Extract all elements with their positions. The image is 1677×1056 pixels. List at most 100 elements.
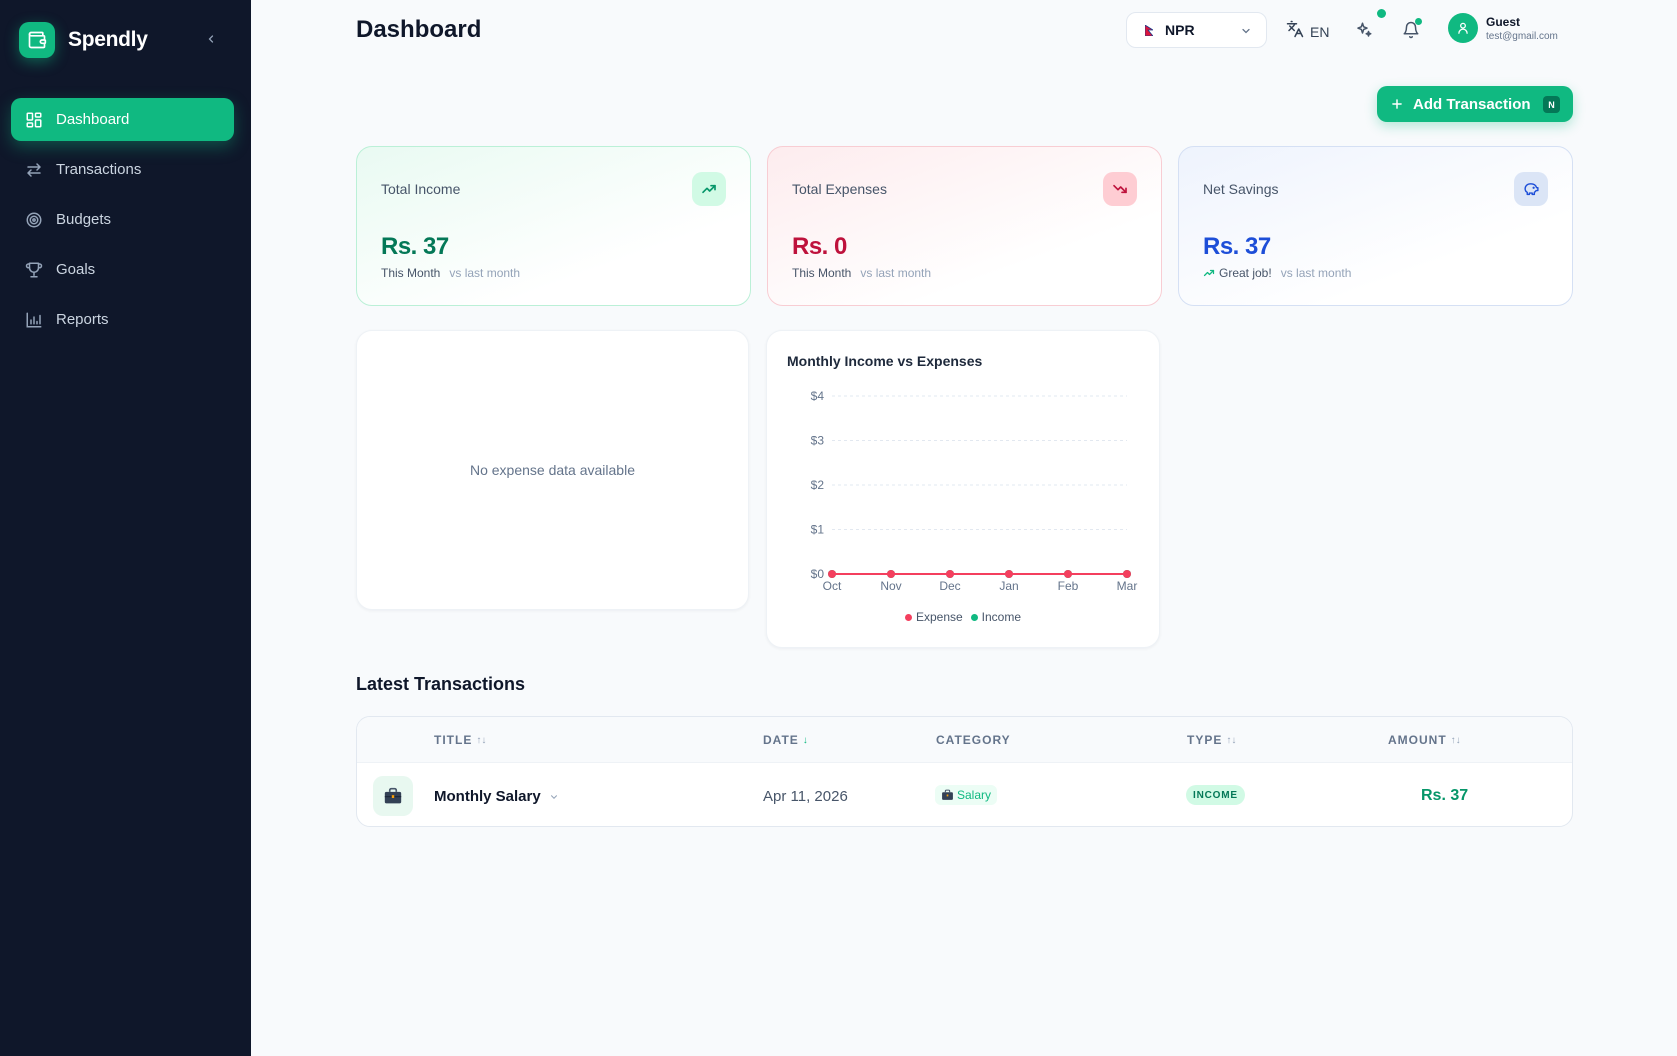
brand[interactable]: Spendly (19, 22, 148, 58)
sidebar-item-reports[interactable]: Reports (11, 298, 234, 341)
y-tick-label: $4 (811, 389, 825, 403)
sidebar-nav: Dashboard Transactions Budgets Goals Rep… (11, 98, 234, 348)
chevron-left-icon[interactable] (202, 30, 220, 48)
sidebar-item-label: Reports (56, 311, 109, 328)
currency-select[interactable]: NPR (1126, 12, 1267, 48)
add-transaction-label: Add Transaction (1413, 95, 1531, 113)
x-tick-label: Oct (823, 579, 842, 593)
keyboard-shortcut-badge: N (1543, 96, 1560, 113)
total-expenses-card: Total Expenses Rs. 0 This Month vs last … (767, 146, 1162, 306)
briefcase-icon (373, 776, 413, 816)
currency-value: NPR (1165, 22, 1195, 38)
sort-icon: ↑↓ (1450, 734, 1461, 746)
sidebar-item-budgets[interactable]: Budgets (11, 198, 234, 241)
x-tick-label: Dec (939, 579, 960, 593)
line-chart: $0$1$2$3$4Oct Nov Dec Jan Feb Mar (811, 389, 1138, 593)
sidebar-item-label: Goals (56, 261, 96, 278)
sidebar-item-transactions[interactable]: Transactions (11, 148, 234, 191)
language-switcher[interactable]: EN (1286, 20, 1329, 43)
data-point-expense[interactable] (1064, 570, 1072, 578)
stat-compare: vs last month (1280, 266, 1352, 280)
legend-item-income[interactable]: Income (970, 610, 1022, 624)
dashboard-grid-icon (24, 110, 44, 130)
chevron-down-icon (1240, 24, 1252, 42)
notification-dot (1415, 18, 1422, 25)
sidebar: Spendly Dashboard Transactions Budgets G… (0, 0, 251, 1056)
trending-up-icon (692, 172, 726, 206)
empty-state-text: No expense data available (469, 462, 635, 478)
table-header: TITLE ↑↓ DATE ↓ CATEGORY TYPE ↑↓ AMOUNT ↑↓ (357, 717, 1572, 763)
stat-value: Rs. 0 (792, 233, 847, 260)
y-tick-label: $3 (811, 434, 825, 448)
transaction-title[interactable]: Monthly Salary (434, 788, 559, 805)
x-tick-label: Mar (1117, 579, 1138, 593)
bell-icon[interactable] (1400, 18, 1422, 41)
chevron-down-icon[interactable] (549, 792, 559, 802)
brand-name: Spendly (68, 28, 148, 51)
target-icon (24, 210, 44, 230)
ai-status-dot (1377, 9, 1386, 18)
column-header-title[interactable]: TITLE ↑↓ (434, 733, 486, 747)
stat-label: Net Savings (1203, 181, 1279, 197)
user-menu[interactable]: Guest test@gmail.com (1448, 13, 1558, 43)
bar-chart-icon (24, 310, 44, 330)
data-point-expense[interactable] (946, 570, 954, 578)
transaction-date: Apr 11, 2026 (763, 788, 848, 805)
piggy-bank-icon (1514, 172, 1548, 206)
column-label: TYPE (1187, 733, 1223, 747)
type-badge: INCOME (1186, 785, 1245, 805)
y-tick-label: $1 (811, 523, 825, 537)
column-header-amount[interactable]: AMOUNT ↑↓ (1388, 733, 1461, 747)
data-point-expense[interactable] (887, 570, 895, 578)
avatar (1448, 13, 1478, 43)
sort-icon: ↑↓ (1226, 734, 1237, 746)
trending-up-icon (1203, 267, 1215, 279)
stat-period: This Month (792, 266, 852, 280)
category-badge: Salary (935, 785, 998, 805)
column-header-type[interactable]: TYPE ↑↓ (1187, 733, 1236, 747)
legend-dot (970, 613, 978, 621)
briefcase-icon (941, 789, 954, 801)
stat-period: This Month (381, 266, 441, 280)
x-tick-label: Jan (999, 579, 1018, 593)
nepal-flag-icon (1145, 24, 1153, 36)
arrows-swap-icon (24, 160, 44, 180)
data-point-expense[interactable] (1123, 570, 1131, 578)
y-tick-label: $2 (811, 478, 825, 492)
sparkles-icon[interactable] (1353, 9, 1386, 41)
trophy-icon (24, 260, 44, 280)
sidebar-item-dashboard[interactable]: Dashboard (11, 98, 234, 141)
column-label: AMOUNT (1388, 733, 1447, 747)
x-tick-label: Nov (880, 579, 901, 593)
data-point-expense[interactable] (828, 570, 836, 578)
legend-label: Expense (915, 610, 963, 624)
column-label: CATEGORY (936, 733, 1011, 747)
sidebar-item-label: Transactions (56, 161, 142, 178)
stat-value: Rs. 37 (381, 233, 449, 260)
data-point-expense[interactable] (1005, 570, 1013, 578)
wallet-icon (19, 22, 55, 58)
column-label: DATE (763, 733, 799, 747)
sort-desc-icon: ↓ (802, 734, 808, 746)
sidebar-item-goals[interactable]: Goals (11, 248, 234, 291)
transactions-table: TITLE ↑↓ DATE ↓ CATEGORY TYPE ↑↓ AMOUNT ↑↓ M… (356, 716, 1573, 827)
transaction-title-text: Monthly Salary (434, 788, 541, 805)
plus-icon (1390, 97, 1404, 111)
translate-icon (1286, 20, 1304, 43)
x-tick-label: Feb (1058, 579, 1079, 593)
income-expense-chart-panel: Monthly Income vs Expenses $0 $1 $2 $3 $4 Oct… (766, 330, 1160, 648)
stat-compare: vs last month (449, 266, 521, 280)
legend-item-expense[interactable]: Expense (904, 610, 963, 624)
language-label: EN (1310, 23, 1330, 40)
latest-transactions-title: Latest Transactions (356, 674, 526, 694)
stat-compare: vs last month (860, 266, 932, 280)
stat-label: Total Income (381, 181, 461, 197)
add-transaction-button[interactable]: Add Transaction N (1377, 86, 1573, 122)
legend-label: Income (981, 610, 1022, 624)
total-income-card: Total Income Rs. 37 This Month vs last m… (356, 146, 751, 306)
column-header-date[interactable]: DATE ↓ (763, 733, 808, 747)
table-row[interactable]: Monthly Salary Apr 11, 2026 Salary INCOM… (357, 763, 1572, 826)
trending-down-icon (1103, 172, 1137, 206)
column-label: TITLE (434, 733, 473, 747)
stat-value: Rs. 37 (1203, 233, 1271, 260)
